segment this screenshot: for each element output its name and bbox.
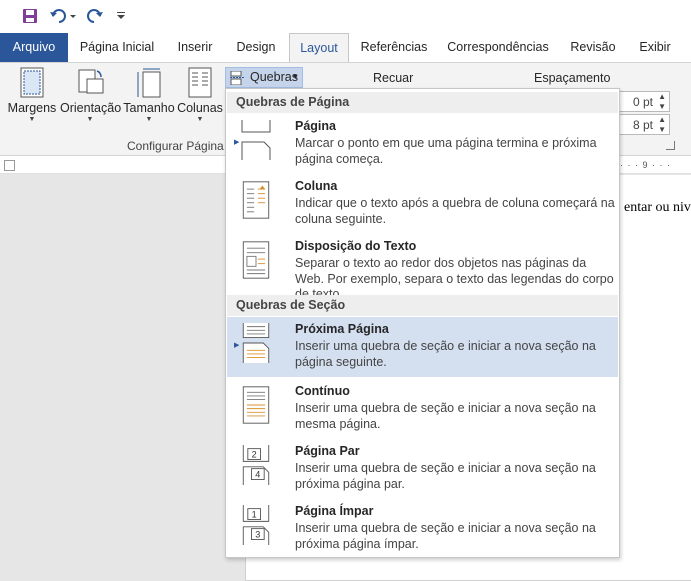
- document-text: entar ou niv: [624, 200, 691, 215]
- odd-next-page-number: 3: [255, 530, 260, 540]
- odd-page-number: 1: [252, 510, 257, 520]
- size-button[interactable]: Tamanho ▼: [121, 67, 177, 123]
- spacing-after-field[interactable]: 8 pt ▲ ▼: [618, 114, 670, 135]
- menu-item-description: Marcar o ponto em que uma página termina…: [295, 136, 597, 166]
- even-page-number: 2: [252, 450, 257, 460]
- menu-item-continuous[interactable]: Contínuo Inserir uma quebra de seção e i…: [227, 379, 618, 437]
- tab-layout[interactable]: Layout: [289, 33, 349, 63]
- even-next-page-number: 4: [255, 470, 260, 480]
- menu-item-title: Página Ímpar: [295, 504, 374, 518]
- menu-item-description: Inserir uma quebra de seção e iniciar a …: [295, 401, 596, 431]
- ruler-marks: · · · 9 · · ·: [620, 160, 671, 170]
- menu-item-title: Próxima Página: [295, 322, 389, 336]
- page-break-icon: [241, 120, 271, 160]
- margins-icon: [20, 67, 44, 98]
- menu-item-title: Página: [295, 119, 336, 133]
- menu-item-description: Inserir uma quebra de seção e iniciar a …: [295, 339, 596, 369]
- columns-icon: [188, 67, 212, 98]
- columns-label: Colunas: [177, 101, 223, 115]
- menu-item-title: Contínuo: [295, 384, 350, 398]
- breaks-button[interactable]: Quebras ▼: [225, 67, 303, 88]
- customize-qat-icon[interactable]: [114, 6, 128, 26]
- tab-inserir[interactable]: Inserir: [168, 33, 222, 62]
- spacing-after-value: 8 pt: [632, 118, 653, 132]
- chevron-down-icon: ▼: [145, 116, 153, 123]
- menu-item-title: Coluna: [295, 179, 338, 193]
- breaks-menu: Quebras de Página ▶ Página Marcar o pont…: [225, 88, 620, 558]
- tab-revisao[interactable]: Revisão: [563, 33, 623, 62]
- chevron-down-icon: ▼: [28, 116, 36, 123]
- even-page-section-icon: 24: [242, 445, 270, 485]
- tab-pagina-inicial[interactable]: Página Inicial: [72, 33, 162, 62]
- menu-item-text-wrapping[interactable]: Disposição do Texto Separar o texto ao r…: [227, 234, 618, 301]
- ribbon-tabs: Arquivo Página Inicial Inserir Design La…: [0, 33, 691, 63]
- columns-button[interactable]: Colunas ▼: [174, 67, 226, 123]
- menu-item-odd-page[interactable]: 13 Página Ímpar Inserir uma quebra de se…: [227, 499, 618, 557]
- save-icon[interactable]: [20, 6, 40, 26]
- tab-correspondencias[interactable]: Correspondências: [440, 33, 556, 62]
- column-break-icon: [242, 181, 270, 219]
- page-setup-group-label: Configurar Página: [127, 139, 224, 153]
- menu-item-title: Página Par: [295, 444, 360, 458]
- tab-selector-icon[interactable]: [4, 160, 15, 171]
- size-icon: [137, 68, 161, 98]
- dialog-launcher-icon[interactable]: [666, 141, 675, 150]
- menu-item-even-page[interactable]: 24 Página Par Inserir uma quebra de seçã…: [227, 439, 618, 497]
- quick-access-toolbar: [0, 0, 691, 33]
- menu-item-description: Inserir uma quebra de seção e iniciar a …: [295, 461, 596, 491]
- menu-item-description: Inserir uma quebra de seção e iniciar a …: [295, 521, 596, 551]
- tab-arquivo[interactable]: Arquivo: [0, 33, 68, 62]
- menu-item-description: Indicar que o texto após a quebra de col…: [295, 196, 615, 226]
- breaks-label: Quebras: [250, 70, 298, 84]
- spacing-before-field[interactable]: 0 pt ▲ ▼: [618, 91, 670, 112]
- next-page-section-icon: [242, 323, 270, 363]
- orientation-icon: [78, 69, 104, 94]
- chevron-down-icon: ▼: [292, 74, 299, 81]
- redo-icon[interactable]: [84, 6, 106, 26]
- orientation-label: Orientação: [60, 101, 122, 115]
- indent-label: Recuar: [373, 71, 414, 85]
- menu-item-page-break[interactable]: ▶ Página Marcar o ponto em que uma págin…: [227, 114, 618, 172]
- spacing-label: Espaçamento: [534, 71, 611, 85]
- tab-design[interactable]: Design: [228, 33, 284, 62]
- text-wrapping-icon: [242, 241, 270, 279]
- chevron-down-icon: ▼: [86, 116, 94, 123]
- undo-icon[interactable]: [48, 6, 78, 26]
- spinner-arrows-icon[interactable]: ▲ ▼: [658, 115, 666, 135]
- menu-item-title: Disposição do Texto: [295, 239, 417, 253]
- spinner-arrows-icon[interactable]: ▲ ▼: [658, 92, 666, 112]
- menu-item-column-break[interactable]: Coluna Indicar que o texto após a quebra…: [227, 174, 618, 232]
- odd-page-section-icon: 13: [242, 505, 270, 545]
- orientation-button[interactable]: Orientação ▼: [60, 67, 122, 123]
- tab-referencias[interactable]: Referências: [356, 33, 432, 62]
- spacing-before-value: 0 pt: [632, 95, 653, 109]
- chevron-down-icon: ▼: [196, 116, 204, 123]
- section-breaks-header: Quebras de Seção: [227, 295, 618, 316]
- breaks-icon: [230, 71, 244, 85]
- margins-label: Margens: [7, 101, 57, 115]
- continuous-section-icon: [242, 386, 270, 424]
- tab-exibir[interactable]: Exibir: [630, 33, 680, 62]
- size-label: Tamanho: [123, 101, 175, 115]
- page-breaks-header: Quebras de Página: [227, 92, 618, 113]
- menu-item-next-page[interactable]: ▶ Próxima Página Inserir uma quebra de s…: [227, 317, 618, 377]
- margins-button[interactable]: Margens ▼: [4, 67, 60, 123]
